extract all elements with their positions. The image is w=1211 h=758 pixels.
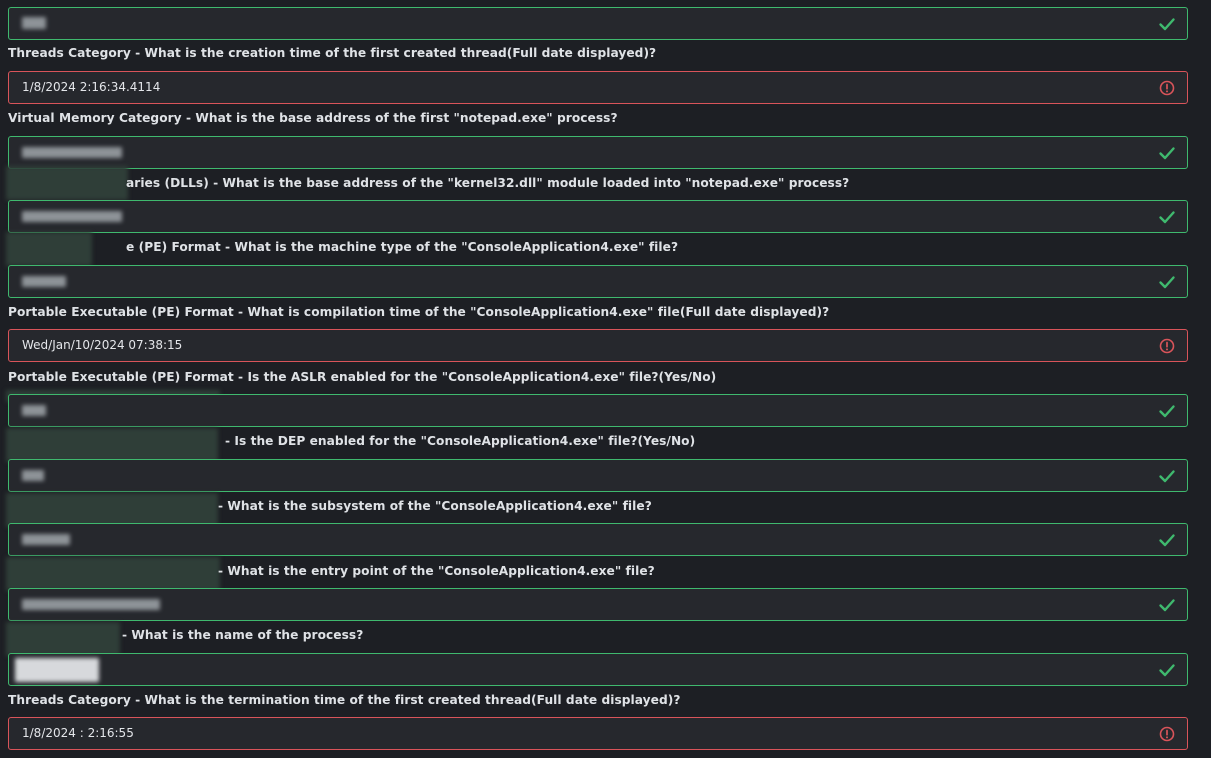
alert-circle-icon [1159,338,1175,354]
redacted-question-prefix [6,428,218,462]
check-icon [1159,147,1175,160]
check-icon [1159,470,1175,483]
answer-field[interactable] [8,7,1188,40]
redacted-answer [22,470,44,481]
alert-circle-icon [1159,726,1175,742]
check-icon [1159,534,1175,547]
answer-value: 1/8/2024 : 2:16:55 [22,726,134,740]
redacted-answer [22,147,122,158]
answer-field[interactable]: Wed/Jan/10/2024 07:38:15 [8,329,1188,362]
alert-circle-icon [1159,80,1175,96]
answer-field[interactable] [8,136,1188,169]
questions-list: Threads Category - What is the creation … [0,0,1211,758]
question-label: Threads Category - What is the creation … [8,46,657,60]
redacted-question-prefix [6,557,220,591]
question-label: Portable Executable (PE) Format - Is the… [8,370,717,384]
redacted-answer [15,658,99,682]
check-icon [1159,211,1175,224]
question-label: Threads Category - What is the terminati… [8,693,681,707]
answer-field[interactable] [8,653,1188,686]
question-label: - What is the subsystem of the "ConsoleA… [218,499,652,513]
answer-field[interactable] [8,588,1188,621]
answer-field[interactable] [8,200,1188,233]
answer-value: Wed/Jan/10/2024 07:38:15 [22,338,183,352]
answer-field[interactable]: 1/8/2024 : 2:16:55 [8,717,1188,750]
question-label: aries (DLLs) - What is the base address … [126,176,850,190]
redacted-answer [22,534,70,545]
question-label: - Is the DEP enabled for the "ConsoleApp… [225,434,696,448]
redacted-question-prefix [6,232,92,266]
question-label: - What is the name of the process? [122,628,364,642]
check-icon [1159,18,1175,31]
answer-field[interactable] [8,523,1188,556]
answer-value: 1/8/2024 2:16:34.4114 [22,80,161,94]
answer-field[interactable] [8,265,1188,298]
redacted-question-prefix [6,493,218,527]
answer-field[interactable]: 1/8/2024 2:16:34.4114 [8,71,1188,104]
answer-field[interactable] [8,394,1188,427]
redacted-answer [22,599,160,610]
question-label: Virtual Memory Category - What is the ba… [8,111,618,125]
check-icon [1159,276,1175,289]
answer-field[interactable] [8,459,1188,492]
question-label: e (PE) Format - What is the machine type… [126,240,679,254]
check-icon [1159,599,1175,612]
check-icon [1159,664,1175,677]
redacted-answer [22,405,46,416]
check-icon [1159,405,1175,418]
redacted-question-prefix [6,622,120,656]
question-label: - What is the entry point of the "Consol… [218,564,655,578]
redacted-answer [22,276,66,287]
question-label: Portable Executable (PE) Format - What i… [8,305,830,319]
redacted-answer [22,17,46,29]
redacted-answer [22,211,122,222]
redacted-question-prefix [6,166,128,200]
